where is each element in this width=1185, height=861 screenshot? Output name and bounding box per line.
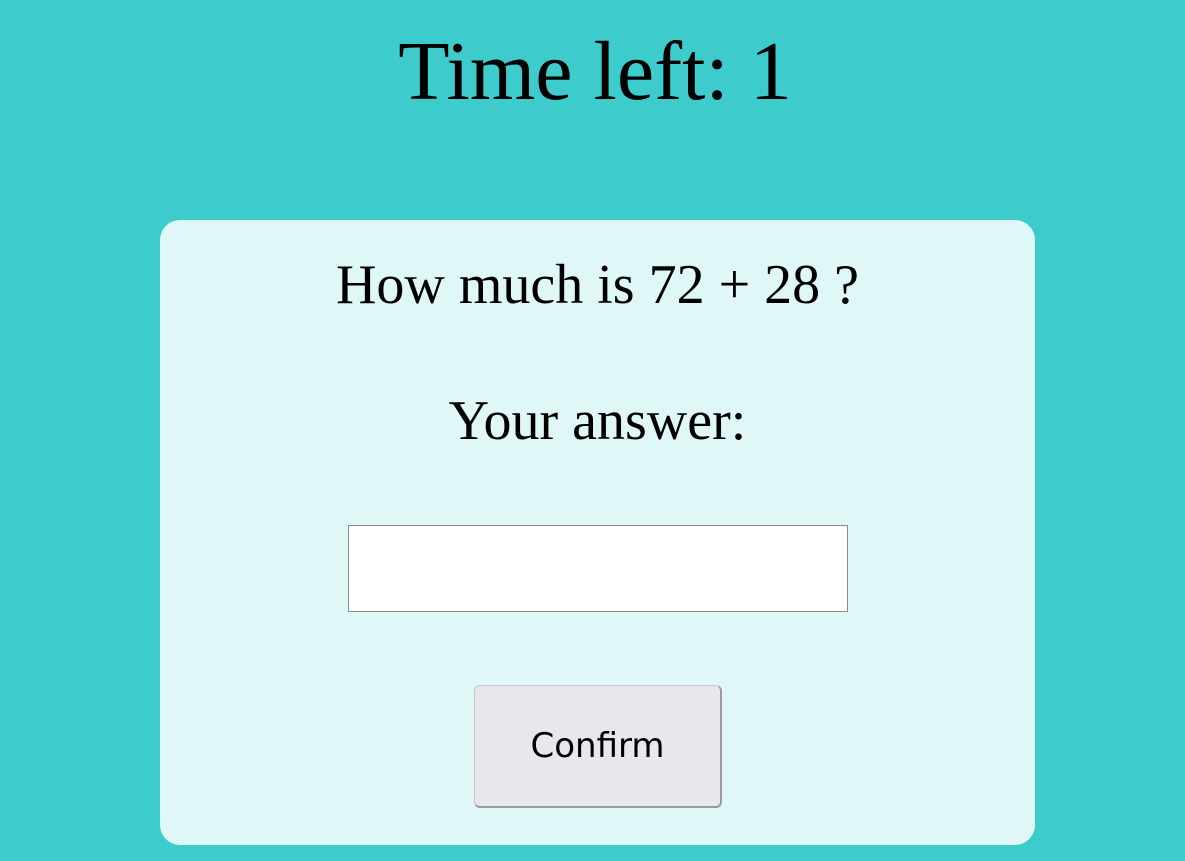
- answer-input[interactable]: [348, 525, 848, 612]
- answer-label: Your answer:: [448, 390, 747, 452]
- confirm-button[interactable]: Confirm: [474, 685, 722, 808]
- quiz-card: How much is 72 + 28 ? Your answer: Confi…: [160, 220, 1035, 845]
- question-text: How much is 72 + 28 ?: [335, 254, 860, 316]
- timer-text: Time left: 1: [398, 25, 792, 118]
